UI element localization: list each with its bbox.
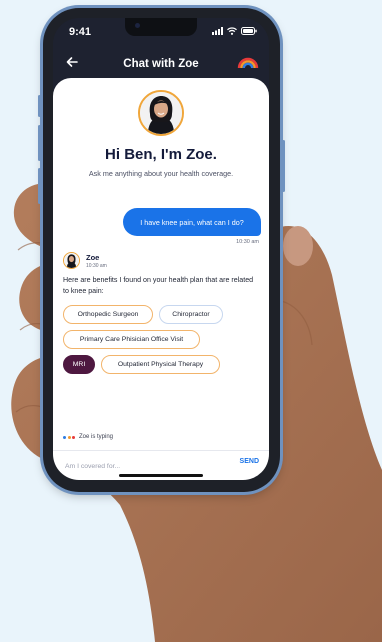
rainbow-icon: [237, 57, 259, 69]
zoe-portrait-icon: [140, 92, 182, 134]
user-message-text: I have knee pain, what can I do?: [140, 217, 244, 227]
phone-power-button: [282, 140, 285, 192]
phone-side-button: [38, 95, 41, 117]
home-indicator[interactable]: [119, 474, 203, 477]
zoe-avatar: [138, 90, 184, 136]
user-message-time: 10:30 am: [236, 239, 259, 245]
chip-orthopedic-surgeon[interactable]: Orthopedic Surgeon: [63, 305, 153, 324]
typing-text: Zoe is typing: [79, 434, 114, 440]
signal-icon: [212, 27, 223, 35]
assistant-message-text: Here are benefits I found on your health…: [63, 276, 254, 295]
message-input[interactable]: [63, 457, 227, 475]
chip-label: Outpatient Physical Therapy: [117, 361, 204, 368]
chip-label: Orthopedic Surgeon: [77, 311, 139, 318]
battery-icon: [241, 27, 257, 35]
phone-screen: 9:41 Chat with Zoe Hi Ben, I'm Zoe. Ask …: [53, 18, 269, 480]
greeting-heading: Hi Ben, I'm Zoe.: [105, 146, 217, 163]
phone-side-button: [38, 125, 41, 161]
status-icons: [212, 27, 257, 35]
phone-side-button: [38, 168, 41, 204]
zoe-small-avatar: [63, 252, 80, 269]
chip-label: Chiropractor: [172, 311, 210, 318]
assistant-message-time: 10:30 am: [86, 263, 107, 269]
chip-chiropractor[interactable]: Chiropractor: [159, 305, 223, 324]
phone-notch: [125, 18, 197, 36]
wifi-icon: [227, 27, 237, 35]
typing-dots-icon: [63, 435, 75, 439]
send-button[interactable]: SEND: [240, 458, 259, 465]
status-time: 9:41: [69, 26, 92, 38]
assistant-name: Zoe: [86, 253, 100, 262]
typing-indicator: Zoe is typing: [63, 434, 113, 440]
user-message-bubble: I have knee pain, what can I do?: [123, 208, 261, 236]
chip-label: Primary Care Phisician Office Visit: [79, 336, 184, 343]
chat-panel: Hi Ben, I'm Zoe. Ask me anything about y…: [53, 78, 269, 480]
nav-bar: Chat with Zoe: [53, 48, 269, 82]
chip-label: MRI: [72, 361, 86, 368]
chip-outpatient-physical-therapy[interactable]: Outpatient Physical Therapy: [101, 355, 220, 374]
composer-divider: [53, 450, 269, 451]
chip-primary-care-visit[interactable]: Primary Care Phisician Office Visit: [63, 330, 200, 349]
chip-mri[interactable]: MRI: [63, 355, 95, 374]
camera-icon: [135, 23, 140, 28]
zoe-portrait-icon: [64, 253, 79, 268]
greeting-subtitle: Ask me anything about your health covera…: [88, 169, 234, 178]
